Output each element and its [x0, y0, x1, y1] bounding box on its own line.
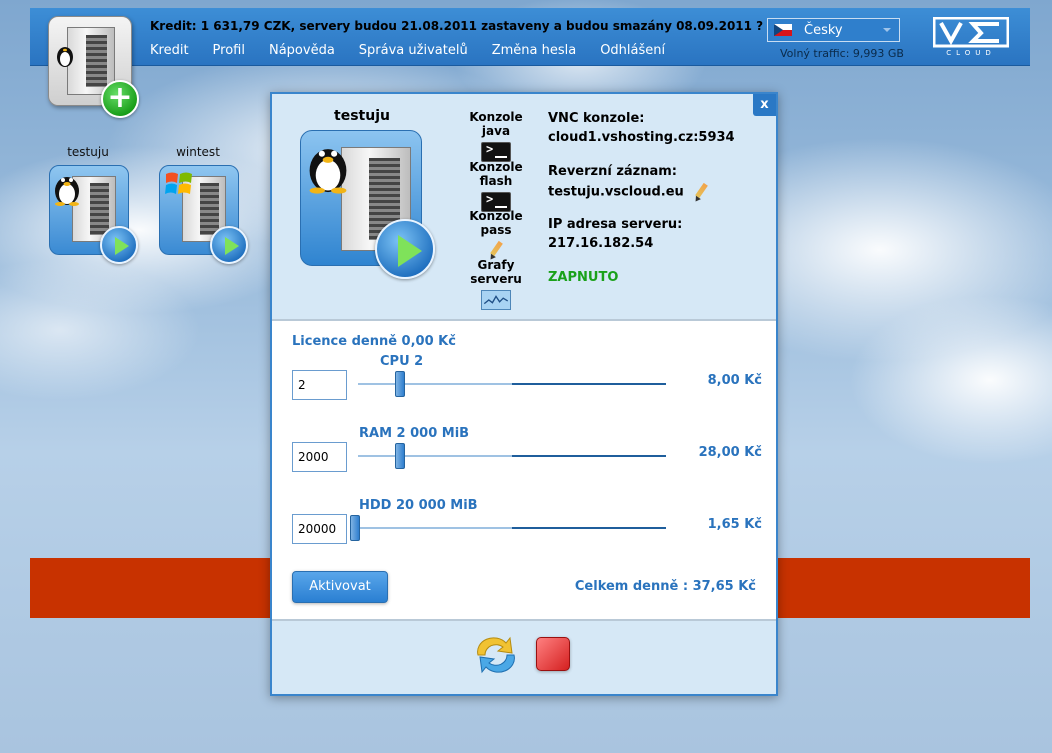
reverse-value: testuju.vscloud.eu	[548, 184, 684, 200]
server-label: testuju	[67, 145, 109, 159]
nav-kredit[interactable]: Kredit	[150, 43, 189, 58]
dialog-header: x testuju Konzole java Konzole flash Kon…	[272, 94, 776, 321]
dialog-footer	[272, 619, 776, 694]
tux-icon	[309, 149, 347, 194]
console-pass[interactable]: Konzole pass	[456, 209, 536, 259]
ram-slider-row: RAM 2 000 MiB 28,00 Kč	[292, 426, 762, 472]
graph-icon[interactable]	[481, 290, 511, 310]
cpu-title: CPU 2	[380, 354, 424, 369]
nav-zmena-hesla[interactable]: Změna hesla	[492, 43, 577, 58]
server-graphs[interactable]: Grafy serveru	[456, 258, 536, 310]
nav-odhlaseni[interactable]: Odhlášení	[600, 43, 665, 58]
vnc-value: cloud1.vshosting.cz:5934	[548, 130, 735, 145]
nav-napoveda[interactable]: Nápověda	[269, 43, 335, 58]
activate-button[interactable]: Aktivovat	[292, 571, 388, 603]
hdd-track[interactable]	[358, 527, 666, 529]
reverse-label: Reverzní záznam:	[548, 164, 678, 179]
console-flash[interactable]: Konzole flash	[456, 160, 536, 212]
server-graphs-label: Grafy serveru	[470, 258, 522, 286]
ram-slider-handle[interactable]	[395, 443, 405, 469]
hdd-slider-row: HDD 20 000 MiB 1,65 Kč	[292, 498, 762, 544]
ram-price: 28,00 Kč	[698, 445, 762, 460]
czech-flag-icon	[774, 24, 792, 36]
main-nav: Kredit Profil Nápověda Správa uživatelů …	[150, 43, 665, 58]
play-icon[interactable]	[210, 226, 248, 264]
language-select[interactable]: Česky	[767, 18, 900, 42]
logo-text: CLOUD	[946, 49, 996, 57]
pencil-icon[interactable]	[487, 241, 505, 259]
chevron-down-icon	[883, 28, 891, 32]
nav-sprava-uzivatelu[interactable]: Správa uživatelů	[359, 43, 468, 58]
console-pass-label: Konzole pass	[469, 209, 523, 237]
windows-icon	[165, 172, 192, 194]
edit-reverse-pencil-icon[interactable]	[692, 183, 710, 201]
hdd-price: 1,65 Kč	[707, 517, 762, 532]
cpu-price: 8,00 Kč	[707, 373, 762, 388]
play-icon[interactable]	[100, 226, 138, 264]
add-server-plus-icon[interactable]: +	[101, 80, 139, 118]
licence-text: Licence denně 0,00 Kč	[292, 334, 456, 349]
start-vm-play-icon[interactable]	[375, 219, 435, 279]
hdd-title: HDD 20 000 MiB	[359, 498, 478, 513]
ip-value: 217.16.182.54	[548, 236, 654, 251]
server-label: wintest	[176, 145, 220, 159]
ram-input[interactable]	[292, 442, 347, 472]
header-bar: Kredit: 1 631,79 CZK, servery budou 21.0…	[30, 8, 1030, 66]
hdd-input[interactable]	[292, 514, 347, 544]
tux-icon	[55, 177, 79, 206]
ip-label: IP adresa serveru:	[548, 217, 683, 232]
restart-icon[interactable]	[472, 635, 520, 675]
cpu-input[interactable]	[292, 370, 347, 400]
vscloud-logo: CLOUD	[933, 17, 1009, 57]
total-daily: Celkem denně : 37,65 Kč	[574, 579, 756, 594]
vm-name: testuju	[334, 108, 390, 124]
tux-icon	[57, 47, 73, 67]
nav-profil[interactable]: Profil	[213, 43, 245, 58]
credit-info: Kredit: 1 631,79 CZK, servery budou 21.0…	[150, 19, 764, 33]
hdd-slider-handle[interactable]	[350, 515, 360, 541]
vnc-label: VNC konzole:	[548, 111, 645, 126]
stop-icon[interactable]	[536, 637, 570, 671]
status-badge: ZAPNUTO	[548, 270, 619, 285]
ram-title: RAM 2 000 MiB	[359, 426, 470, 441]
close-button[interactable]: x	[753, 94, 776, 116]
console-java-label: Konzole java	[469, 110, 523, 138]
language-label: Česky	[804, 22, 843, 38]
console-java[interactable]: Konzole java	[456, 110, 536, 162]
console-flash-label: Konzole flash	[469, 160, 523, 188]
reverse-value-wrap: testuju.vscloud.eu	[548, 183, 710, 201]
terminal-icon[interactable]	[481, 142, 511, 162]
cpu-slider-handle[interactable]	[395, 371, 405, 397]
vm-tile[interactable]	[300, 130, 435, 279]
server-tile-wintest[interactable]	[159, 165, 248, 264]
server-dialog: x testuju Konzole java Konzole flash Kon…	[270, 92, 778, 696]
cpu-slider-row: CPU 2 8,00 Kč	[292, 354, 762, 400]
server-tile-testuju[interactable]	[49, 165, 138, 264]
traffic-info: Volný traffic: 9,993 GB	[780, 47, 904, 60]
